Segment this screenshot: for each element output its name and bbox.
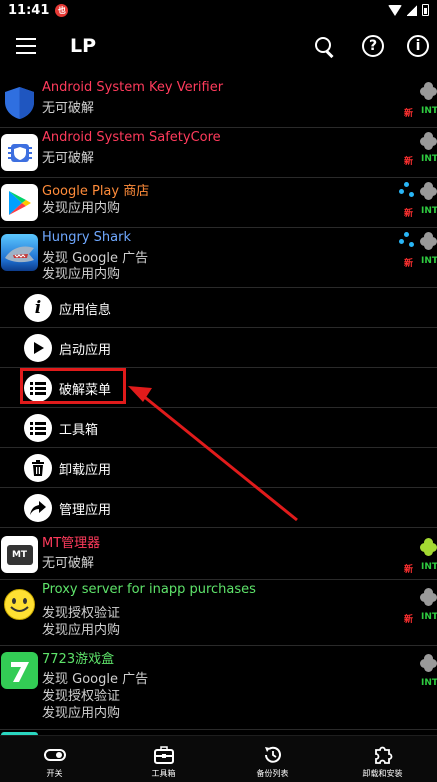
new-badge: 新 — [404, 615, 414, 625]
app-row-proxy-server[interactable]: Proxy server for inapp purchases 发现授权验证 … — [0, 580, 437, 646]
restore-icon — [262, 744, 284, 766]
int-badge: INT — [421, 612, 437, 622]
bottom-nav: 开关 工具箱 备份列表 卸载和安装 — [0, 735, 437, 782]
app-name: 7723游戏盒 — [42, 652, 115, 667]
nav-backup-list[interactable]: 备份列表 — [218, 736, 327, 782]
app-icon-proxy-server — [1, 586, 38, 623]
toggle-icon — [43, 744, 66, 766]
new-badge: 新 — [404, 565, 414, 575]
app-name: Proxy server for inapp purchases — [42, 582, 256, 597]
app-status: 发现应用内购 — [42, 623, 121, 638]
clover-icon — [420, 654, 437, 672]
int-badge: INT — [421, 562, 437, 572]
app-status: 无可破解 — [42, 556, 95, 571]
nav-label: 工具箱 — [151, 769, 176, 778]
app-status: 发现应用内购 — [42, 706, 121, 721]
nav-label: 开关 — [46, 769, 63, 778]
app-icon-mt-manager: MT — [1, 536, 38, 573]
nav-label: 备份列表 — [256, 769, 289, 778]
toolbox-icon — [153, 744, 175, 766]
puzzle-icon — [372, 744, 394, 766]
int-badge: INT — [421, 678, 437, 688]
app-icon-7723 — [1, 652, 38, 689]
app-row-7723-game-box[interactable]: 7723游戏盒 发现 Google 广告 发现授权验证 发现应用内购 INT — [0, 646, 437, 730]
clover-icon — [420, 538, 437, 556]
nav-toolbox[interactable]: 工具箱 — [109, 736, 218, 782]
nav-switch[interactable]: 开关 — [0, 736, 109, 782]
app-name: MT管理器 — [42, 536, 101, 551]
clover-icon — [420, 588, 437, 606]
nav-label: 卸载和安装 — [362, 769, 403, 778]
nav-uninstall-install[interactable]: 卸载和安装 — [328, 736, 437, 782]
app-row-mt-manager[interactable]: MT MT管理器 无可破解 新 INT — [0, 530, 437, 580]
